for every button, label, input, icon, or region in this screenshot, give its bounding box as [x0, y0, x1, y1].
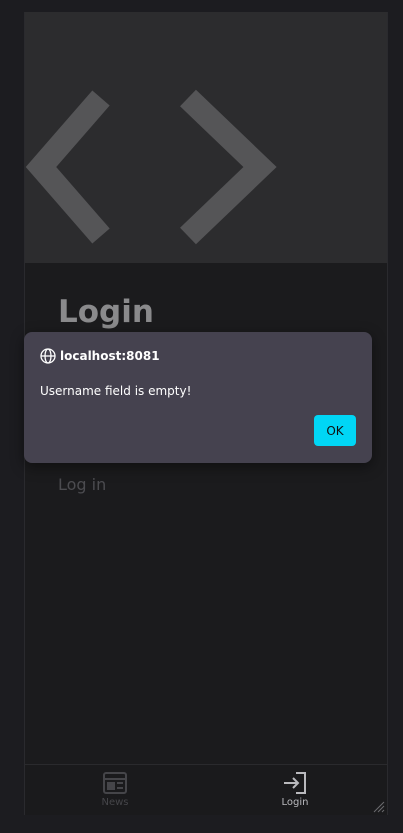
login-icon [284, 772, 306, 794]
nav-item-label: Login [281, 797, 309, 808]
alert-dialog: localhost:8081 Username field is empty! … [24, 332, 372, 463]
code-brackets-icon [25, 89, 277, 245]
ok-button[interactable]: OK [314, 415, 356, 446]
nav-item-login[interactable]: Login [250, 771, 340, 808]
hero-banner [25, 12, 387, 263]
page-title: Login [58, 294, 154, 330]
news-icon [103, 772, 127, 794]
login-link[interactable]: Log in [58, 475, 106, 494]
dialog-origin: localhost:8081 [60, 349, 160, 363]
nav-item-label: News [101, 797, 129, 808]
globe-icon [40, 348, 56, 364]
dialog-header: localhost:8081 [40, 348, 160, 364]
nav-item-news[interactable]: News [70, 771, 160, 808]
bottom-nav: News Login [25, 764, 387, 815]
resize-grip-icon[interactable] [373, 801, 385, 813]
dialog-message: Username field is empty! [40, 384, 192, 398]
